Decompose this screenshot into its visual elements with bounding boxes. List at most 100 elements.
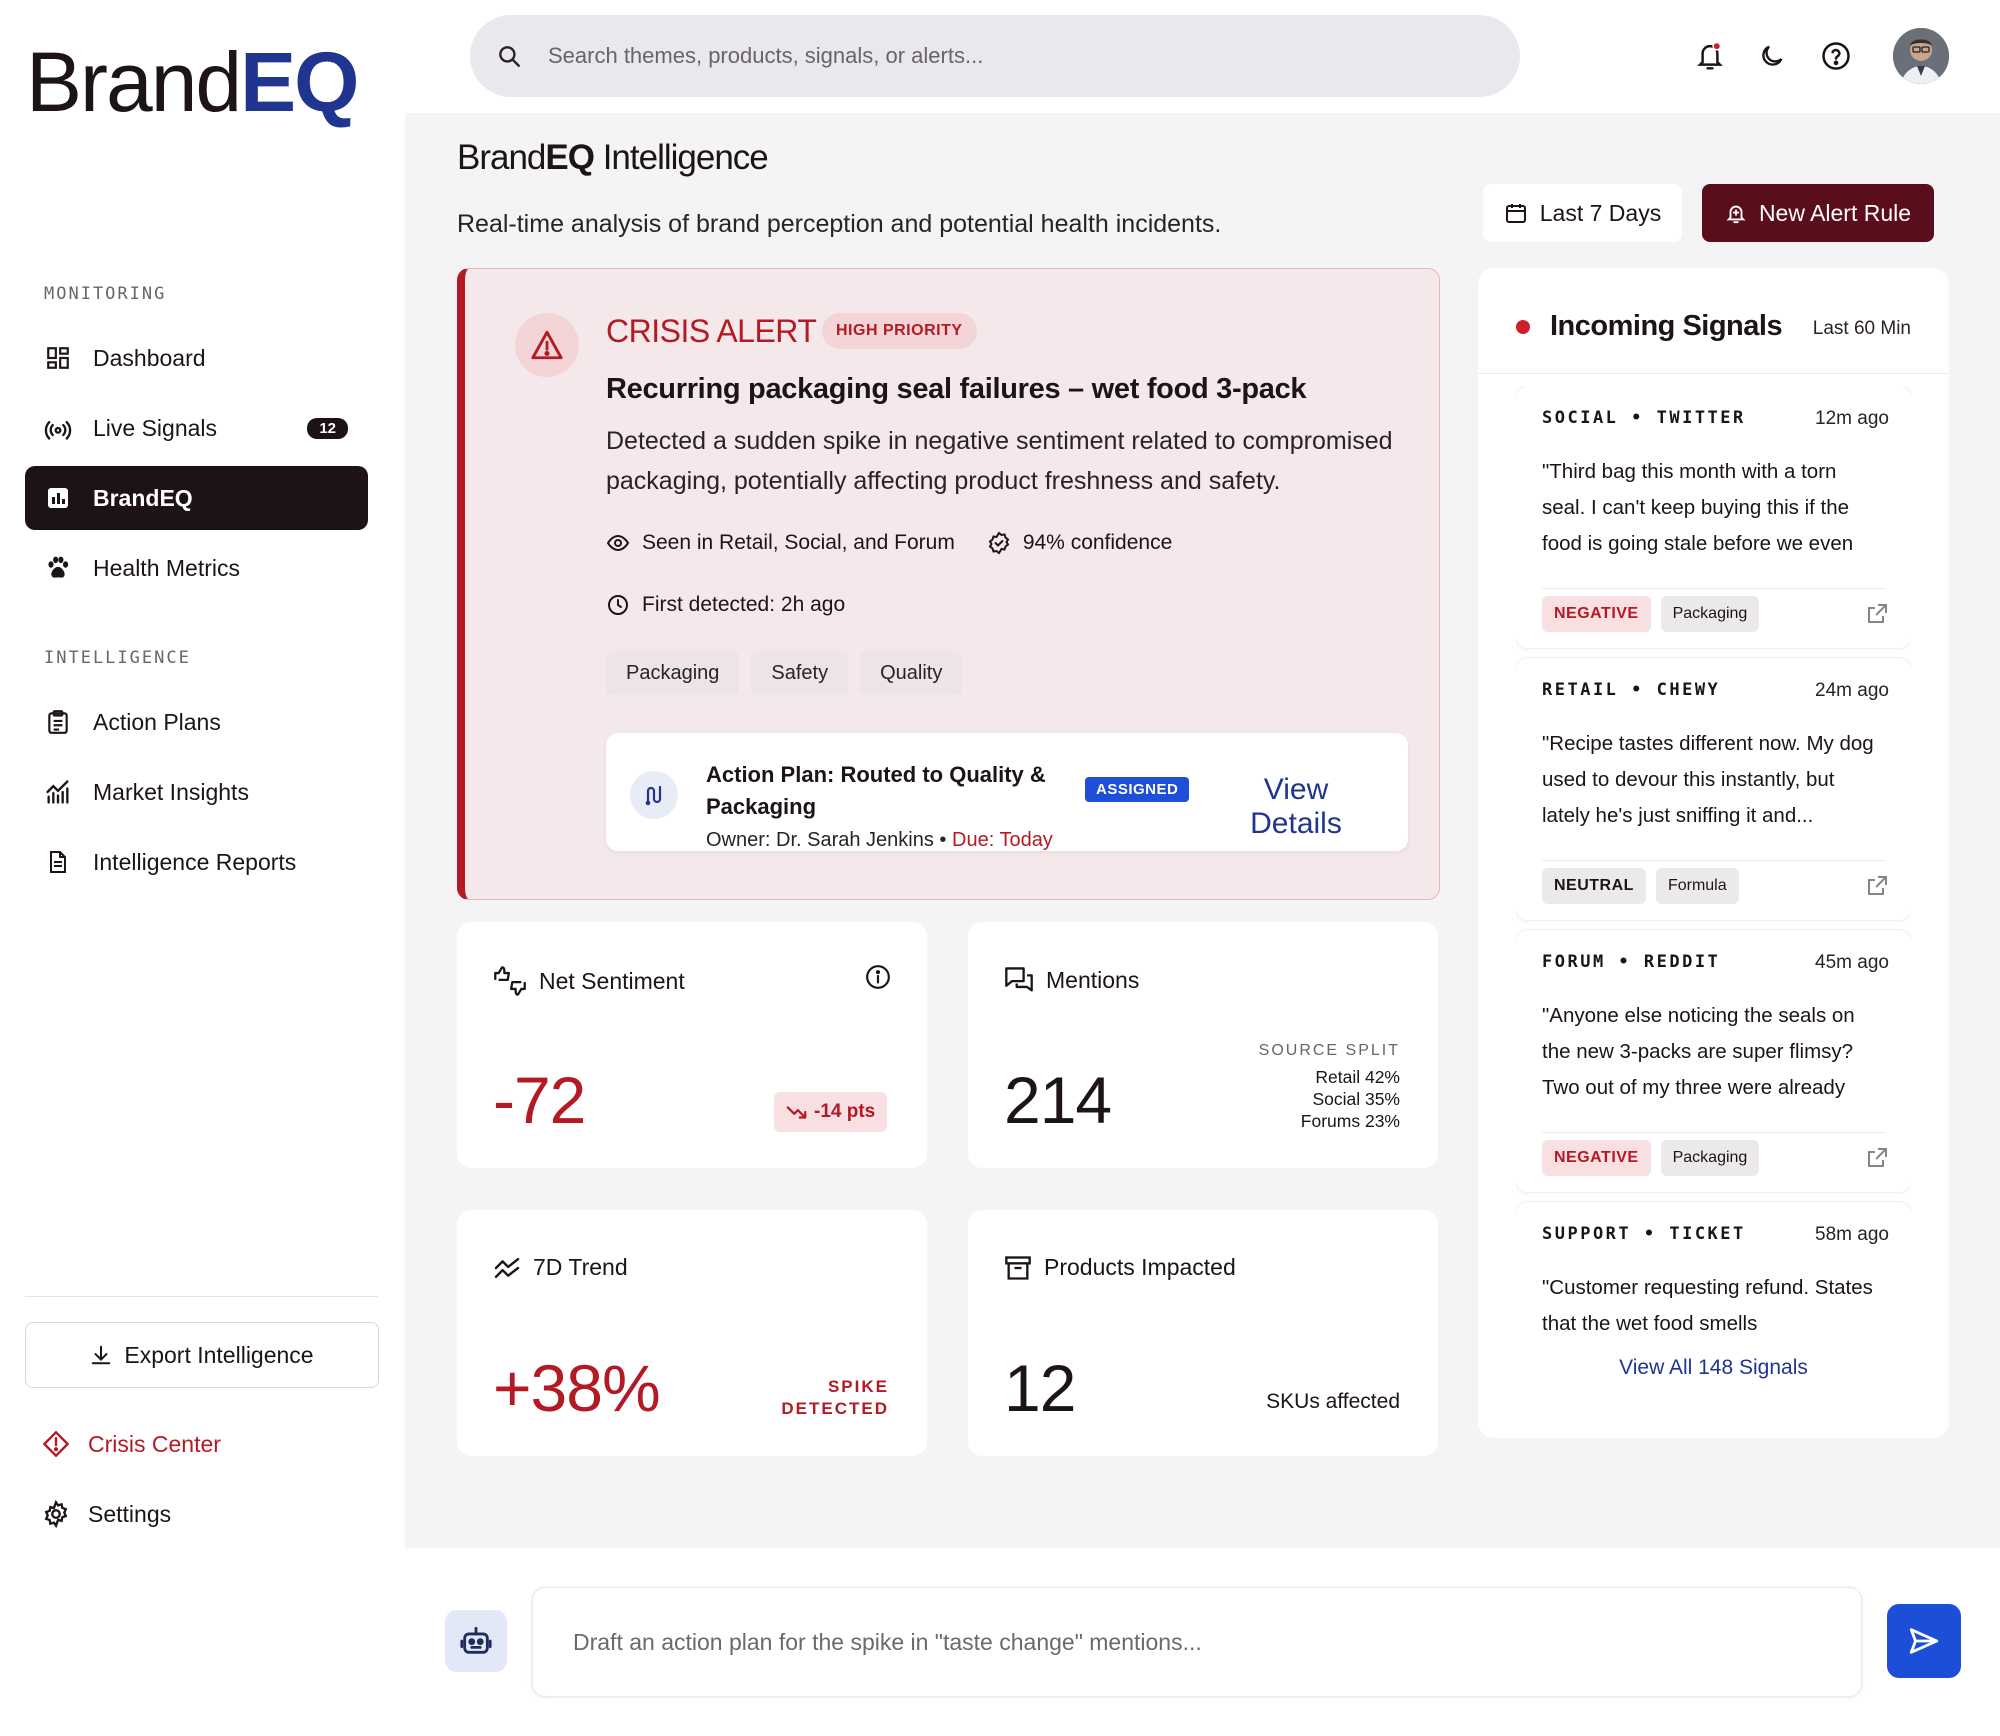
clipboard-icon	[43, 707, 73, 737]
logo-accent: EQ	[240, 35, 359, 129]
first-detected-row: First detected: 2h ago	[606, 593, 845, 617]
spike-detected-note: SPIKE DETECTED	[781, 1376, 889, 1420]
calendar-icon	[1505, 204, 1526, 223]
page-subtitle: Real-time analysis of brand perception a…	[457, 210, 1222, 238]
signal-card[interactable]: FORUM • REDDIT 45m ago "Anyone else noti…	[1516, 930, 1911, 1192]
tag-safety[interactable]: Safety	[751, 651, 849, 695]
seen-in-text: Seen in Retail, Social, and Forum	[642, 531, 955, 554]
crisis-center-link[interactable]: Crisis Center	[42, 1430, 221, 1458]
action-plan-title: Action Plan: Routed to Quality & Packagi…	[706, 762, 1046, 819]
export-label: Export Intelligence	[124, 1341, 314, 1368]
signal-card[interactable]: SOCIAL • TWITTER 12m ago "Third bag this…	[1516, 386, 1911, 648]
source-split: SOURCE SPLIT Retail 42% Social 35% Forum…	[1259, 1040, 1400, 1132]
sentiment-badge: NEGATIVE	[1542, 1140, 1651, 1176]
sidebar-item-dashboard[interactable]: Dashboard	[25, 326, 368, 390]
sentiment-delta-badge: -14 pts	[774, 1092, 888, 1132]
crisis-alert-card: CRISIS ALERT HIGH PRIORITY Recurring pac…	[457, 268, 1440, 900]
spike-note-line2: DETECTED	[781, 1399, 889, 1418]
send-button[interactable]	[1887, 1604, 1961, 1678]
sidebar-divider	[25, 1296, 378, 1297]
mentions-card: Mentions 214 SOURCE SPLIT Retail 42% Soc…	[968, 922, 1438, 1168]
assigned-badge: ASSIGNED	[1085, 777, 1190, 802]
settings-link[interactable]: Settings	[42, 1500, 171, 1528]
paw-icon	[43, 553, 73, 583]
chat-input[interactable]	[573, 1628, 1773, 1656]
clock-icon	[608, 595, 628, 615]
sidebar-item-health-metrics[interactable]: Health Metrics	[25, 536, 368, 600]
new-alert-rule-button[interactable]: New Alert Rule	[1702, 184, 1934, 242]
sidebar-item-label: BrandEQ	[93, 484, 193, 511]
sidebar-item-action-plans[interactable]: Action Plans	[25, 690, 368, 754]
sidebar-item-live-signals[interactable]: Live Signals 12	[25, 396, 368, 460]
net-sentiment-label: Net Sentiment	[539, 967, 685, 994]
crisis-title: Recurring packaging seal failures – wet …	[606, 373, 1307, 405]
top-bar	[405, 0, 2000, 113]
title-suffix: Intelligence	[593, 138, 769, 177]
tag-packaging[interactable]: Packaging	[606, 651, 740, 695]
sidebar-item-brandeq[interactable]: BrandEQ	[25, 466, 368, 530]
signals-title: Incoming Signals	[1550, 310, 1783, 342]
trend-card: 7D Trend +38% SPIKE DETECTED	[457, 1210, 927, 1456]
search-icon	[499, 46, 520, 67]
signal-time: 24m ago	[1815, 680, 1889, 701]
trend-label: 7D Trend	[533, 1254, 628, 1280]
net-sentiment-value: -72	[493, 1063, 586, 1137]
thumbs-up-down-icon	[494, 966, 526, 996]
external-link-icon[interactable]	[1865, 602, 1889, 626]
assistant-chat-bar	[405, 1548, 2000, 1736]
source-split-label: SOURCE SPLIT	[1258, 1042, 1400, 1059]
split-social: Social 35%	[1312, 1089, 1400, 1109]
chat-input-box[interactable]	[533, 1588, 1861, 1696]
search-input[interactable]	[548, 43, 1448, 69]
view-all-signals-link[interactable]: View All 148 Signals	[1478, 1356, 1949, 1380]
signal-quote: "Recipe tastes different now. My dog use…	[1542, 732, 1874, 827]
crisis-description: Detected a sudden spike in negative sent…	[606, 427, 1393, 495]
signal-time: 58m ago	[1815, 1224, 1889, 1245]
signal-card[interactable]: RETAIL • CHEWY 24m ago "Recipe tastes di…	[1516, 658, 1911, 920]
external-link-icon[interactable]	[1865, 1146, 1889, 1170]
gear-icon	[44, 1500, 68, 1528]
crisis-meta-row: Seen in Retail, Social, and Forum 94% co…	[606, 531, 1172, 555]
dashboard-icon	[43, 343, 73, 373]
signal-time: 12m ago	[1815, 408, 1889, 429]
notifications-button[interactable]	[1692, 38, 1728, 74]
crisis-center-label: Crisis Center	[88, 1430, 221, 1457]
tag-quality[interactable]: Quality	[860, 651, 963, 695]
signal-divider	[1542, 860, 1885, 861]
view-details-link[interactable]: View Details	[1246, 773, 1346, 841]
sentiment-delta: -14 pts	[814, 1101, 876, 1122]
title-bold: EQ	[545, 138, 595, 177]
logo-text: Brand	[26, 35, 242, 129]
sidebar-item-intelligence-reports[interactable]: Intelligence Reports	[25, 830, 368, 894]
signal-time: 45m ago	[1815, 952, 1889, 973]
export-intelligence-button[interactable]: Export Intelligence	[25, 1322, 379, 1388]
live-indicator-dot	[1516, 320, 1530, 334]
signals-time-window: Last 60 Min	[1812, 318, 1911, 339]
trend-header: 7D Trend	[493, 1254, 628, 1281]
trend-icon	[494, 1257, 520, 1278]
external-link-icon[interactable]	[1865, 874, 1889, 898]
sentiment-badge: NEGATIVE	[1542, 596, 1651, 632]
sidebar-item-market-insights[interactable]: Market Insights	[25, 760, 368, 824]
help-button[interactable]	[1818, 38, 1854, 74]
signals-divider	[1478, 373, 1949, 374]
products-label: Products Impacted	[1044, 1254, 1236, 1280]
priority-badge: HIGH PRIORITY	[822, 313, 977, 349]
date-range-label: Last 7 Days	[1539, 199, 1662, 226]
dark-mode-toggle[interactable]	[1754, 38, 1790, 74]
category-badge: Packaging	[1660, 596, 1760, 632]
brand-logo[interactable]: BrandEQ	[26, 34, 360, 131]
title-prefix: Brand	[457, 138, 546, 177]
search-bar[interactable]	[470, 15, 1520, 97]
split-retail: Retail 42%	[1315, 1067, 1400, 1087]
line-chart-icon	[43, 777, 73, 807]
download-icon	[92, 1345, 111, 1365]
info-icon[interactable]	[865, 964, 891, 990]
signal-icon	[43, 413, 73, 443]
bell-icon	[1697, 41, 1723, 70]
user-avatar[interactable]	[1893, 28, 1949, 84]
signal-card[interactable]: SUPPORT • TICKET 58m ago "Customer reque…	[1516, 1202, 1911, 1330]
action-plan-owner: Owner: Dr. Sarah Jenkins • Due: Today	[706, 829, 1053, 852]
spike-note-line1: SPIKE	[827, 1377, 889, 1396]
date-range-button[interactable]: Last 7 Days	[1483, 184, 1682, 242]
